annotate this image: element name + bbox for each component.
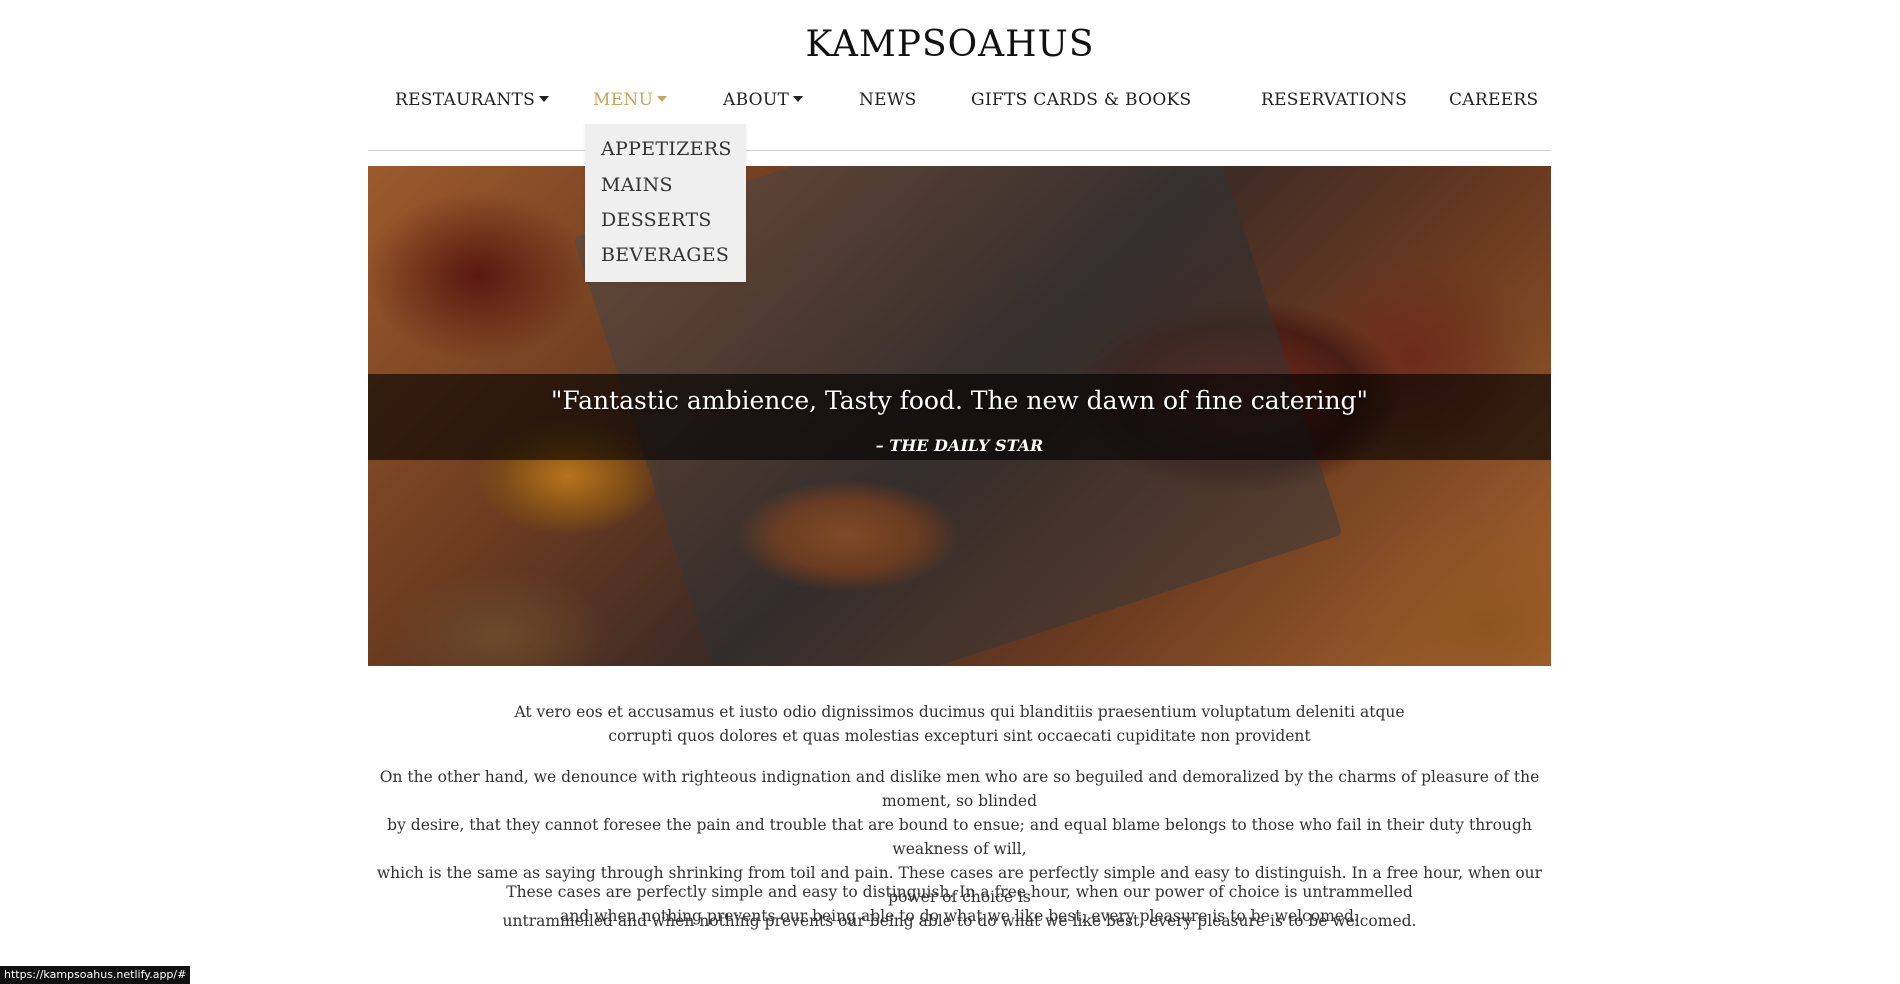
nav-divider [368, 150, 1551, 151]
body-line: by desire, that they cannot foresee the … [387, 816, 1532, 858]
nav-item-label: RESERVATIONS [1261, 90, 1408, 110]
closing-line: These cases are perfectly simple and eas… [506, 883, 1413, 901]
hero-banner: "Fantastic ambience, Tasty food. The new… [368, 166, 1551, 666]
nav-item-restaurants[interactable]: RESTAURANTS [395, 90, 550, 110]
hero-quote-source: – THE DAILY STAR [875, 436, 1044, 455]
body-line: On the other hand, we denounce with righ… [379, 768, 1540, 810]
nav-item-label: MENU [593, 90, 654, 110]
nav-item-careers[interactable]: CAREERS [1449, 90, 1538, 110]
nav-item-label: NEWS [859, 90, 917, 110]
dropdown-item-appetizers[interactable]: APPETIZERS [601, 138, 732, 160]
dropdown-item-mains[interactable]: MAINS [601, 174, 673, 196]
caret-down-icon [793, 95, 804, 102]
nav-item-gift-cards-books[interactable]: GIFTS CARDS & BOOKS [971, 90, 1192, 110]
nav-item-about[interactable]: ABOUT [723, 90, 804, 110]
hero-quote: "Fantastic ambience, Tasty food. The new… [550, 386, 1369, 415]
caret-down-icon [539, 95, 550, 102]
caret-down-icon [657, 95, 668, 102]
nav-item-news[interactable]: NEWS [859, 90, 917, 110]
intro-line: corrupti quos dolores et quas molestias … [608, 727, 1311, 745]
nav-item-label: CAREERS [1449, 90, 1539, 110]
dropdown-item-beverages[interactable]: BEVERAGES [601, 244, 729, 266]
nav-item-label: RESTAURANTS [395, 90, 536, 110]
intro-line: At vero eos et accusamus et iusto odio d… [514, 703, 1405, 721]
menu-dropdown: APPETIZERS MAINS DESSERTS BEVERAGES [585, 124, 746, 282]
brand-logo[interactable]: KAMPSOAHUS [0, 24, 1900, 65]
status-bar-url: https://kampsoahus.netlify.app/# [0, 966, 191, 984]
closing-paragraph: These cases are perfectly simple and eas… [368, 880, 1551, 928]
dropdown-item-desserts[interactable]: DESSERTS [601, 209, 712, 231]
main-nav: RESTAURANTS MENU ABOUT NEWS GIFTS CARDS … [0, 90, 1900, 120]
nav-item-label: GIFTS CARDS & BOOKS [971, 90, 1192, 110]
nav-item-reservations[interactable]: RESERVATIONS [1261, 90, 1407, 110]
intro-paragraph: At vero eos et accusamus et iusto odio d… [368, 700, 1551, 748]
nav-item-menu[interactable]: MENU [593, 90, 668, 110]
closing-line: and when nothing prevents our being able… [560, 907, 1359, 925]
nav-item-label: ABOUT [723, 90, 790, 110]
